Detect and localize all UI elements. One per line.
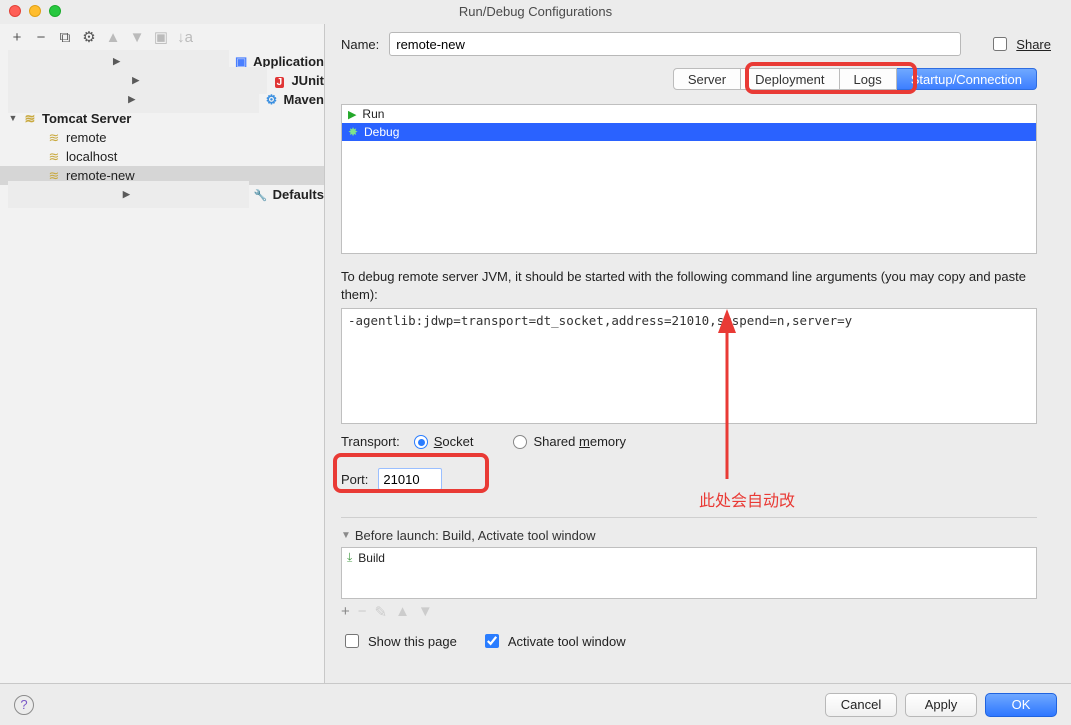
launch-mode-list[interactable]: ▶ Run ✸ Debug bbox=[341, 104, 1037, 254]
apply-button[interactable]: Apply bbox=[905, 693, 977, 717]
name-input[interactable] bbox=[389, 32, 961, 56]
tree-label: JUnit bbox=[291, 73, 324, 88]
before-launch-list[interactable]: ⤓ Build bbox=[341, 547, 1037, 599]
radio-icon bbox=[513, 435, 527, 449]
folder-icon[interactable]: ▣ bbox=[152, 28, 170, 46]
tab-server[interactable]: Server bbox=[673, 68, 741, 90]
edit-icon[interactable]: ✎ bbox=[374, 603, 387, 621]
before-launch-toolbar: + − ✎ ▲ ▼ bbox=[341, 603, 1051, 621]
tab-logs[interactable]: Logs bbox=[840, 68, 897, 90]
junit-icon bbox=[271, 73, 287, 88]
tree-maven[interactable]: Maven bbox=[0, 90, 324, 109]
titlebar: Run/Debug Configurations bbox=[0, 0, 1071, 24]
radio-label: ocket bbox=[442, 434, 473, 449]
chevron-down-icon: ▼ bbox=[341, 530, 351, 541]
up-icon[interactable]: ▲ bbox=[104, 28, 122, 46]
dialog-buttons: ? Cancel Apply OK bbox=[0, 683, 1071, 725]
tree-label: localhost bbox=[66, 149, 117, 164]
details-panel: Name: Share Server Deployment Logs Start… bbox=[325, 24, 1071, 683]
share-label: Share bbox=[1016, 37, 1051, 52]
show-page-checkbox[interactable]: Show this page bbox=[341, 631, 457, 651]
tree-label: remote bbox=[66, 130, 106, 145]
tree-item-remote[interactable]: remote bbox=[0, 128, 324, 147]
list-item-debug[interactable]: ✸ Debug bbox=[342, 123, 1036, 141]
copy-icon[interactable]: ⧉ bbox=[56, 28, 74, 46]
wrench-icon bbox=[253, 187, 269, 202]
add-icon[interactable]: + bbox=[8, 28, 26, 46]
help-icon[interactable]: ? bbox=[14, 695, 34, 715]
remove-icon[interactable]: − bbox=[32, 28, 50, 46]
name-label: Name: bbox=[341, 37, 379, 52]
settings-icon[interactable]: ⚙ bbox=[80, 28, 98, 46]
cancel-button[interactable]: Cancel bbox=[825, 693, 897, 717]
list-item-run[interactable]: ▶ Run bbox=[342, 105, 1036, 123]
activate-tool-window-checkbox[interactable]: Activate tool window bbox=[481, 631, 626, 651]
transport-label: Transport: bbox=[341, 434, 400, 449]
list-label: Debug bbox=[364, 125, 399, 139]
tree-label: Defaults bbox=[273, 187, 324, 202]
ok-button[interactable]: OK bbox=[985, 693, 1057, 717]
check-label: Show this page bbox=[368, 634, 457, 649]
add-icon[interactable]: + bbox=[341, 603, 350, 621]
tomcat-icon bbox=[46, 149, 62, 165]
up-icon[interactable]: ▲ bbox=[395, 603, 410, 621]
annotation-text: 此处会自动改 bbox=[699, 487, 795, 511]
separator bbox=[341, 517, 1037, 518]
jvm-args-text: -agentlib:jdwp=transport=dt_socket,addre… bbox=[348, 313, 852, 328]
config-tree[interactable]: Application JUnit Maven Tomcat Server re… bbox=[0, 50, 324, 683]
tab-startup-connection[interactable]: Startup/Connection bbox=[897, 68, 1037, 90]
down-icon[interactable]: ▼ bbox=[418, 603, 433, 621]
radio-icon bbox=[414, 435, 428, 449]
sidebar: + − ⧉ ⚙ ▲ ▼ ▣ ↓a Application JUnit bbox=[0, 24, 325, 683]
chevron-right-icon bbox=[8, 86, 259, 113]
tree-label: Maven bbox=[283, 92, 323, 107]
tree-label: Tomcat Server bbox=[42, 111, 131, 126]
port-label: Port: bbox=[341, 472, 368, 487]
tree-defaults[interactable]: Defaults bbox=[0, 185, 324, 204]
chevron-down-icon bbox=[8, 113, 18, 124]
port-input[interactable] bbox=[378, 468, 442, 490]
radio-shared[interactable]: Shared memory bbox=[513, 434, 626, 449]
list-label: Run bbox=[362, 107, 384, 121]
list-item: Build bbox=[358, 551, 385, 565]
tabs: Server Deployment Logs Startup/Connectio… bbox=[673, 68, 1037, 90]
check-label: Activate tool window bbox=[508, 634, 626, 649]
build-icon: ⤓ bbox=[347, 550, 352, 565]
share-checkbox[interactable]: Share bbox=[989, 34, 1051, 54]
window-title: Run/Debug Configurations bbox=[0, 4, 1071, 19]
play-icon: ▶ bbox=[348, 108, 356, 121]
jvm-args-box[interactable]: -agentlib:jdwp=transport=dt_socket,addre… bbox=[341, 308, 1037, 424]
tab-deployment[interactable]: Deployment bbox=[741, 68, 839, 90]
sidebar-toolbar: + − ⧉ ⚙ ▲ ▼ ▣ ↓a bbox=[0, 24, 324, 50]
bug-icon: ✸ bbox=[348, 125, 358, 139]
before-launch-label[interactable]: ▼ Before launch: Build, Activate tool wi… bbox=[341, 528, 1051, 543]
args-description: To debug remote server JVM, it should be… bbox=[341, 268, 1051, 304]
radio-socket[interactable]: Socket bbox=[414, 434, 474, 449]
down-icon[interactable]: ▼ bbox=[128, 28, 146, 46]
tree-item-localhost[interactable]: localhost bbox=[0, 147, 324, 166]
sort-icon[interactable]: ↓a bbox=[176, 28, 194, 46]
chevron-right-icon bbox=[8, 181, 249, 208]
tomcat-icon bbox=[46, 130, 62, 146]
remove-icon[interactable]: − bbox=[358, 603, 367, 621]
